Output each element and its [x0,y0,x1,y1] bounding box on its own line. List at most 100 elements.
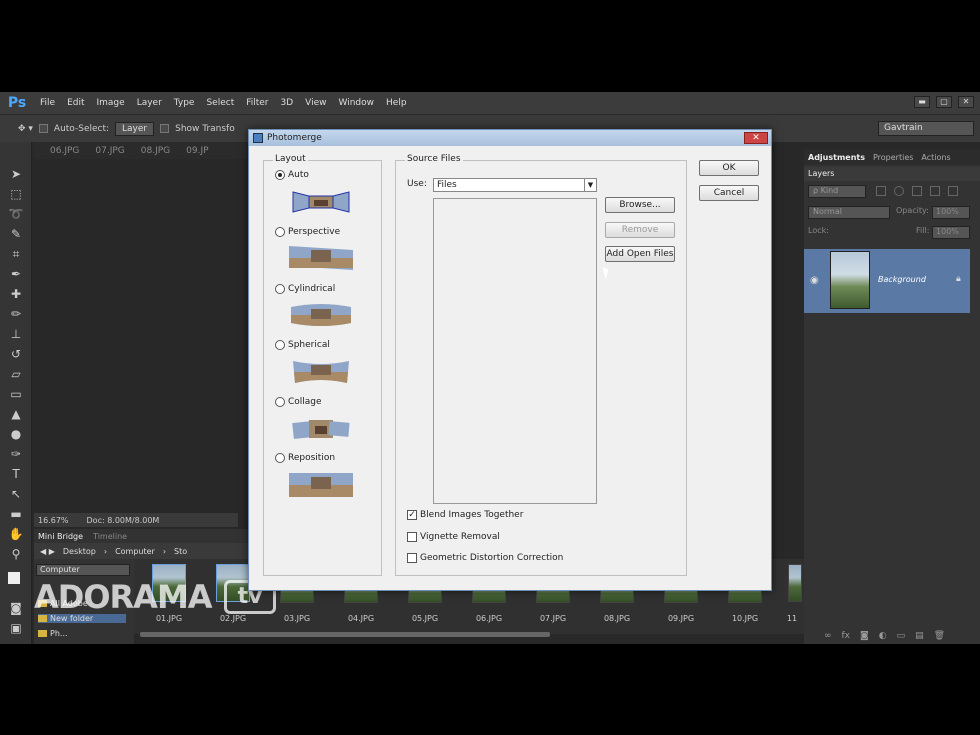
blur-icon[interactable]: ▲ [8,406,24,422]
minimize-button[interactable]: ▬ [914,96,930,108]
tab-mini-bridge[interactable]: Mini Bridge [38,532,83,541]
path-select-icon[interactable]: ↖ [8,486,24,502]
shape-filter-icon[interactable] [930,186,940,196]
tab-actions[interactable]: Actions [921,153,950,162]
blend-images-checkbox[interactable]: ✓ Blend Images Together [407,510,523,520]
brush-icon[interactable]: ✏ [8,306,24,322]
back-icon[interactable]: ◀ ▶ [40,547,55,556]
blend-mode-dropdown[interactable]: Normal [808,206,890,219]
zoom-icon[interactable]: ⚲ [8,546,24,562]
menu-image[interactable]: Image [91,98,131,108]
stamp-icon[interactable]: ⊥ [8,326,24,342]
menu-type[interactable]: Type [168,98,201,108]
close-button[interactable]: ✕ [958,96,974,108]
fx-icon[interactable]: fx [842,631,851,641]
add-open-files-button[interactable]: Add Open Files [605,246,675,262]
tab-adjustments[interactable]: Adjustments [808,153,865,162]
eraser-icon[interactable]: ▱ [8,366,24,382]
close-icon[interactable]: ✕ [744,132,768,144]
tab-properties[interactable]: Properties [873,153,913,162]
pixel-filter-icon[interactable] [876,186,886,196]
adjustment-filter-icon[interactable] [894,186,904,196]
marquee-icon[interactable]: ⬚ [8,186,24,202]
mask-icon[interactable]: ◙ [860,631,869,641]
document-canvas[interactable] [34,159,252,513]
history-brush-icon[interactable]: ↺ [8,346,24,362]
menu-edit[interactable]: Edit [61,98,90,108]
adjustment-icon[interactable]: ◐ [879,631,887,641]
hand-icon[interactable]: ✋ [8,526,24,542]
folder-item[interactable]: Ph... [38,629,68,638]
tab-timeline[interactable]: Timeline [93,532,127,541]
doc-tab[interactable]: 08.JPG [135,146,176,156]
menu-file[interactable]: File [34,98,61,108]
geometric-distortion-checkbox[interactable]: Geometric Distortion Correction [407,553,563,563]
thumbnail[interactable] [788,564,802,602]
move-tool-icon[interactable]: ✥ ▾ [18,124,33,134]
breadcrumb-item[interactable]: Sto [174,547,187,556]
location-dropdown[interactable]: Computer [36,564,130,576]
layout-perspective-radio[interactable]: Perspective [275,227,340,237]
menu-window[interactable]: Window [333,98,381,108]
breadcrumb-item[interactable]: Desktop [63,547,96,556]
ok-button[interactable]: OK [699,160,759,176]
vignette-removal-checkbox[interactable]: Vignette Removal [407,532,500,542]
crop-icon[interactable]: ⌗ [8,246,24,262]
move-icon[interactable]: ➤ [8,166,24,182]
auto-select-checkbox[interactable] [38,124,48,133]
layout-reposition-radio[interactable]: Reposition [275,453,335,463]
menu-select[interactable]: Select [200,98,240,108]
doc-tab[interactable]: 07.JPG [89,146,130,156]
new-layer-icon[interactable]: ▤ [915,631,924,641]
show-transform-checkbox[interactable] [160,124,170,133]
folder-icon [38,630,47,637]
layer-row[interactable]: ◉ Background 🔒︎ [804,249,970,313]
layer-kind-filter[interactable]: ρ Kind [808,185,866,198]
opacity-field[interactable]: 100% [932,206,970,219]
use-dropdown[interactable]: Files ▼ [433,178,597,192]
eyedropper-icon[interactable]: ✒ [8,266,24,282]
layout-spherical-radio[interactable]: Spherical [275,340,330,350]
visibility-eye-icon[interactable]: ◉ [810,275,819,286]
lasso-icon[interactable]: ➰ [8,206,24,222]
layout-auto-radio[interactable]: Auto [275,170,309,180]
link-icon[interactable]: ∞ [824,631,832,641]
menu-filter[interactable]: Filter [240,98,274,108]
window-controls: ▬ ▢ ✕ [914,96,974,108]
fill-field[interactable]: 100% [932,226,970,239]
foreground-color-swatch[interactable] [8,572,20,584]
zoom-level[interactable]: 16.67% [38,516,69,525]
doc-tab[interactable]: 09.JP [180,146,214,156]
type-filter-icon[interactable] [912,186,922,196]
layout-cylindrical-radio[interactable]: Cylindrical [275,284,335,294]
menu-help[interactable]: Help [380,98,413,108]
quick-select-icon[interactable]: ✎ [8,226,24,242]
tab-layers[interactable]: Layers [804,167,980,181]
layout-collage-radio[interactable]: Collage [275,397,322,407]
source-file-list[interactable] [433,198,597,504]
menu-layer[interactable]: Layer [131,98,168,108]
auto-select-dropdown[interactable]: Layer [115,121,155,136]
trash-icon[interactable]: 🗑︎ [934,631,945,641]
group-icon[interactable]: ▭ [897,631,906,641]
cancel-button[interactable]: Cancel [699,185,759,201]
shape-icon[interactable]: ▬ [8,506,24,522]
breadcrumb-item[interactable]: Computer [115,547,155,556]
remove-button[interactable]: Remove [605,222,675,238]
workspace-dropdown[interactable]: Gavtrain [878,121,974,136]
menu-3d[interactable]: 3D [275,98,300,108]
browse-button[interactable]: Browse... [605,197,675,213]
dodge-icon[interactable]: ● [8,426,24,442]
doc-tab[interactable]: 06.JPG [44,146,85,156]
layer-name[interactable]: Background [878,275,926,284]
filmstrip-scrollbar[interactable] [140,632,550,637]
gradient-icon[interactable]: ▭ [8,386,24,402]
smart-object-filter-icon[interactable] [948,186,958,196]
pen-icon[interactable]: ✑ [8,446,24,462]
menu-view[interactable]: View [299,98,332,108]
maximize-button[interactable]: ▢ [936,96,952,108]
healing-icon[interactable]: ✚ [8,286,24,302]
type-icon[interactable]: T [8,466,24,482]
screen-mode-icon[interactable]: ▣ [8,620,24,636]
quick-mask-icon[interactable]: ◙ [8,600,24,616]
